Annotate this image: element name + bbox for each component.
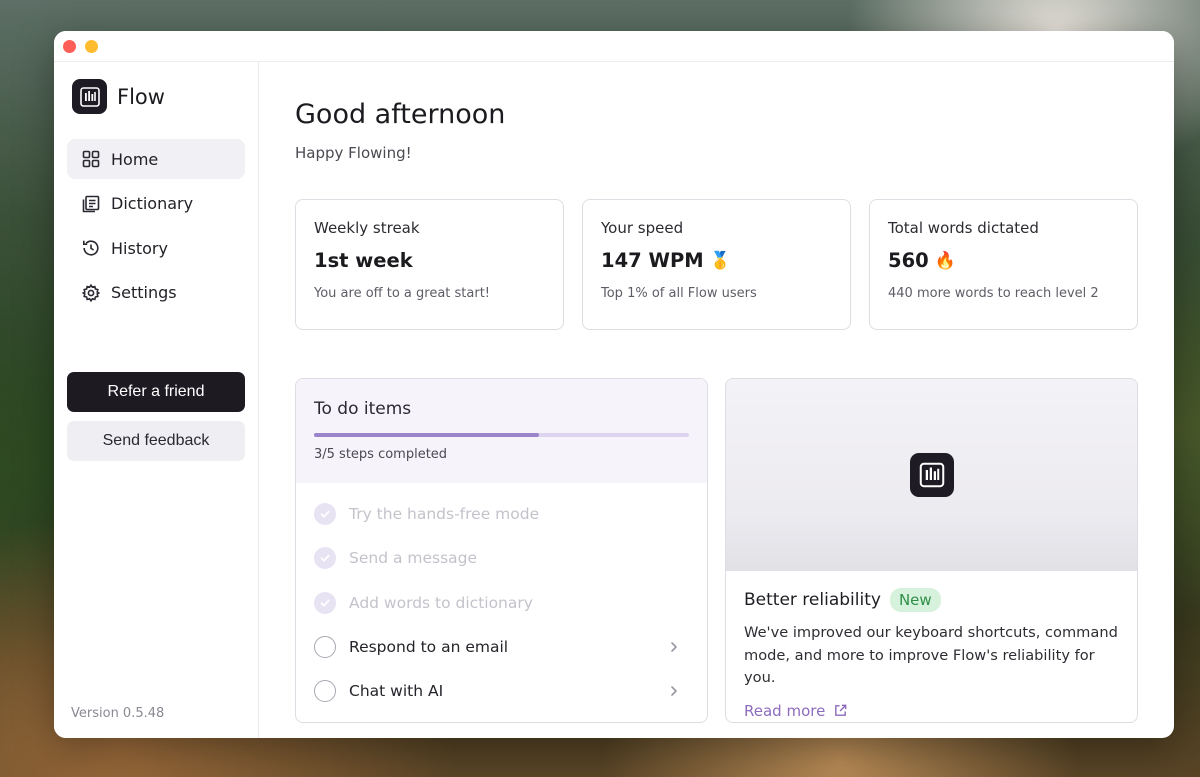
fire-icon: 🔥 — [934, 250, 956, 271]
empty-circle-icon — [314, 680, 336, 703]
sidebar-item-label: History — [111, 238, 168, 258]
read-more-link[interactable]: Read more — [744, 702, 1119, 720]
version-label: Version 0.5.48 — [71, 706, 165, 721]
todo-item[interactable]: Try the hands-free mode — [314, 492, 689, 536]
close-window-button[interactable] — [63, 40, 76, 53]
check-icon — [314, 547, 336, 570]
todo-list: Try the hands-free mode Send a message A… — [296, 483, 707, 713]
stat-value-text: 1st week — [314, 249, 413, 272]
news-hero-image — [726, 379, 1137, 571]
news-title-row: Better reliability New — [744, 588, 1119, 612]
todo-item[interactable]: Send a message — [314, 536, 689, 580]
flow-logo-icon — [72, 79, 107, 114]
external-link-icon — [835, 704, 847, 716]
stat-value: 560 🔥 — [888, 249, 1119, 272]
sidebar-nav: Home Dictionary History Settings — [67, 139, 245, 317]
app-logo-row: Flow — [72, 79, 165, 114]
todo-header: To do items 3/5 steps completed — [296, 379, 707, 483]
read-more-label: Read more — [744, 701, 826, 720]
title-bar — [54, 31, 1174, 62]
stat-title: Your speed — [601, 219, 684, 237]
stat-card-speed: Your speed 147 WPM 🥇 Top 1% of all Flow … — [582, 199, 851, 330]
chevron-right-icon — [671, 642, 677, 652]
todo-steps-label: 3/5 steps completed — [314, 447, 448, 462]
grid-icon — [82, 150, 100, 168]
todo-progress-bar — [314, 433, 689, 437]
news-description: We've improved our keyboard shortcuts, c… — [744, 624, 1118, 686]
sidebar: Flow Home Dictionary History Settings Re… — [54, 62, 259, 738]
todo-item-label: Respond to an email — [349, 638, 509, 657]
stat-title: Total words dictated — [888, 219, 1039, 237]
todo-item-label: Try the hands-free mode — [349, 505, 540, 524]
sidebar-item-label: Home — [111, 149, 159, 169]
stat-value-text: 147 WPM — [601, 249, 704, 272]
flow-logo-icon — [909, 453, 954, 497]
new-badge: New — [889, 588, 941, 612]
todo-progress-fill — [314, 433, 539, 437]
news-card: Better reliability New We've improved ou… — [725, 378, 1138, 723]
news-title: Better reliability — [744, 590, 881, 610]
refer-friend-button[interactable]: Refer a friend — [67, 372, 245, 412]
history-icon — [83, 240, 99, 256]
stat-subtitle: 440 more words to reach level 2 — [888, 286, 1099, 301]
sidebar-item-home[interactable]: Home — [67, 139, 245, 179]
check-icon — [314, 591, 336, 614]
stat-card-weekly-streak: Weekly streak 1st week You are off to a … — [295, 199, 564, 330]
checkmark-glyph — [320, 555, 330, 562]
todo-item[interactable]: Chat with AI — [314, 669, 689, 713]
todo-item-label: Send a message — [349, 549, 478, 568]
page-subtitle: Happy Flowing! — [295, 144, 412, 162]
todo-card: To do items 3/5 steps completed Try the … — [295, 378, 708, 723]
page-title: Good afternoon — [295, 99, 506, 130]
stat-subtitle: Top 1% of all Flow users — [601, 286, 757, 301]
stat-value: 1st week — [314, 249, 545, 272]
medal-icon: 🥇 — [709, 250, 731, 271]
stat-title: Weekly streak — [314, 219, 420, 237]
app-window: Flow Home Dictionary History Settings Re… — [54, 31, 1174, 738]
stat-card-total-words: Total words dictated 560 🔥 440 more word… — [869, 199, 1138, 330]
sidebar-item-settings[interactable]: Settings — [67, 273, 245, 313]
todo-item[interactable]: Respond to an email — [314, 625, 689, 669]
minimize-window-button[interactable] — [85, 40, 98, 53]
todo-item-label: Chat with AI — [349, 682, 444, 701]
stat-value: 147 WPM 🥇 — [601, 249, 832, 272]
todo-item-label: Add words to dictionary — [349, 593, 533, 612]
book-icon — [82, 195, 100, 212]
gear-icon — [81, 283, 101, 302]
empty-circle-icon — [314, 636, 336, 659]
chevron-right-icon — [671, 686, 677, 697]
send-feedback-button[interactable]: Send feedback — [67, 421, 245, 461]
news-body: Better reliability New We've improved ou… — [726, 571, 1137, 722]
sidebar-item-history[interactable]: History — [67, 228, 245, 268]
checkmark-glyph — [320, 599, 330, 607]
stat-subtitle: You are off to a great start! — [314, 286, 491, 301]
check-icon — [314, 503, 336, 526]
sidebar-item-label: Dictionary — [111, 194, 194, 213]
checkmark-glyph — [320, 510, 330, 518]
sidebar-item-dictionary[interactable]: Dictionary — [67, 184, 245, 224]
main-content: Good afternoon Happy Flowing! Weekly str… — [259, 62, 1174, 738]
todo-item[interactable]: Add words to dictionary — [314, 581, 689, 625]
stat-value-text: 560 — [888, 249, 929, 272]
app-name: Flow — [117, 84, 165, 109]
sidebar-item-label: Settings — [111, 283, 177, 302]
todo-title: To do items — [314, 399, 412, 419]
